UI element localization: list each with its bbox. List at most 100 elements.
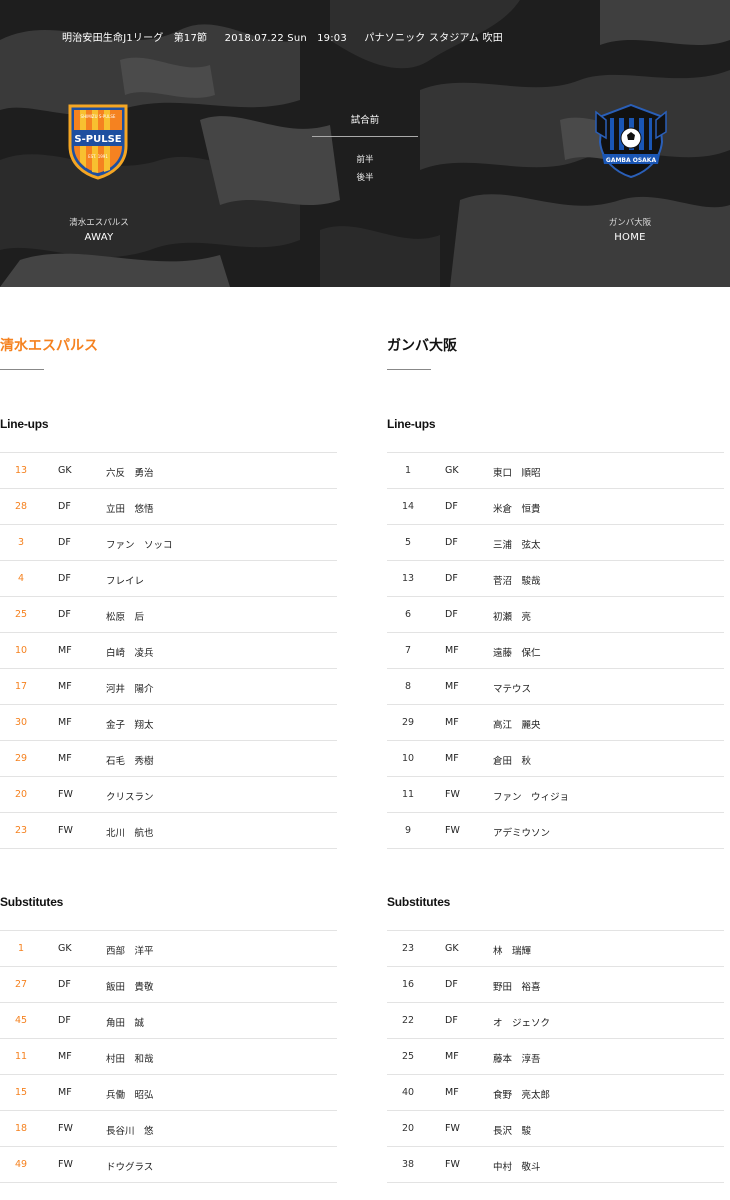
player-name[interactable]: マテウス bbox=[493, 681, 531, 695]
player-name[interactable]: 高江 麗央 bbox=[493, 717, 541, 731]
player-row[interactable]: 8 MF マテウス bbox=[387, 669, 724, 705]
player-row[interactable]: 17 MF 河井 陽介 bbox=[0, 669, 337, 705]
player-row[interactable]: 45 DF 角田 誠 bbox=[0, 1003, 337, 1039]
player-name[interactable]: 藤本 淳吾 bbox=[493, 1051, 541, 1065]
player-name[interactable]: 六反 勇治 bbox=[106, 465, 154, 479]
player-position: MF bbox=[58, 717, 72, 728]
player-name[interactable]: 長谷川 悠 bbox=[106, 1123, 154, 1137]
player-name[interactable]: 東口 順昭 bbox=[493, 465, 541, 479]
player-row[interactable]: 38 FW 中村 敬斗 bbox=[387, 1147, 724, 1183]
player-row[interactable]: 23 FW 北川 航也 bbox=[0, 813, 337, 849]
player-name[interactable]: 金子 翔太 bbox=[106, 717, 154, 731]
player-name[interactable]: 北川 航也 bbox=[106, 825, 154, 839]
player-name[interactable]: 菅沼 駿哉 bbox=[493, 573, 541, 587]
player-number: 49 bbox=[14, 1159, 28, 1170]
player-name[interactable]: 立田 悠悟 bbox=[106, 501, 154, 515]
player-row[interactable]: 13 GK 六反 勇治 bbox=[0, 453, 337, 489]
player-name[interactable]: 西部 洋平 bbox=[106, 943, 154, 957]
player-row[interactable]: 29 MF 高江 麗央 bbox=[387, 705, 724, 741]
player-name[interactable]: フレイレ bbox=[106, 573, 144, 587]
home-label: HOME bbox=[614, 232, 646, 243]
player-name[interactable]: 飯田 貴敬 bbox=[106, 979, 154, 993]
player-row[interactable]: 25 DF 松原 后 bbox=[0, 597, 337, 633]
player-name[interactable]: アデミウソン bbox=[493, 825, 550, 839]
player-row[interactable]: 15 MF 兵働 昭弘 bbox=[0, 1075, 337, 1111]
player-row[interactable]: 14 DF 米倉 恒貴 bbox=[387, 489, 724, 525]
player-row[interactable]: 16 DF 野田 裕喜 bbox=[387, 967, 724, 1003]
away-team-name: 清水エスパルス bbox=[69, 218, 129, 228]
match-datetime: 2018.07.22 Sun 19:03 bbox=[224, 33, 347, 44]
player-row[interactable]: 7 MF 遠藤 保仁 bbox=[387, 633, 724, 669]
away-team-logo[interactable]: S-PULSE SHIMIZU S-PULSE EST. 1991 bbox=[66, 102, 130, 180]
player-row[interactable]: 11 FW ファン ウィジョ bbox=[387, 777, 724, 813]
player-row[interactable]: 25 MF 藤本 淳吾 bbox=[387, 1039, 724, 1075]
player-name[interactable]: 河井 陽介 bbox=[106, 681, 154, 695]
player-row[interactable]: 40 MF 食野 亮太郎 bbox=[387, 1075, 724, 1111]
player-name[interactable]: 野田 裕喜 bbox=[493, 979, 541, 993]
player-position: MF bbox=[58, 681, 72, 692]
player-row[interactable]: 30 MF 金子 翔太 bbox=[0, 705, 337, 741]
player-position: MF bbox=[445, 645, 459, 656]
player-number: 27 bbox=[14, 979, 28, 990]
player-row[interactable]: 29 MF 石毛 秀樹 bbox=[0, 741, 337, 777]
player-row[interactable]: 49 FW ドウグラス bbox=[0, 1147, 337, 1183]
away-logo-est: EST. 1991 bbox=[88, 154, 108, 159]
player-position: MF bbox=[445, 1087, 459, 1098]
player-name[interactable]: ファン ソッコ bbox=[106, 537, 173, 551]
player-name[interactable]: 角田 誠 bbox=[106, 1015, 144, 1029]
player-name[interactable]: 村田 和哉 bbox=[106, 1051, 154, 1065]
player-row[interactable]: 10 MF 倉田 秋 bbox=[387, 741, 724, 777]
player-row[interactable]: 4 DF フレイレ bbox=[0, 561, 337, 597]
player-position: DF bbox=[445, 979, 458, 990]
player-row[interactable]: 1 GK 東口 順昭 bbox=[387, 453, 724, 489]
player-name[interactable]: 遠藤 保仁 bbox=[493, 645, 541, 659]
player-position: MF bbox=[445, 717, 459, 728]
player-name[interactable]: 三浦 弦太 bbox=[493, 537, 541, 551]
player-name[interactable]: 兵働 昭弘 bbox=[106, 1087, 154, 1101]
player-name[interactable]: ファン ウィジョ bbox=[493, 789, 569, 803]
player-row[interactable]: 10 MF 白崎 凌兵 bbox=[0, 633, 337, 669]
player-row[interactable]: 28 DF 立田 悠悟 bbox=[0, 489, 337, 525]
player-name[interactable]: 初瀬 亮 bbox=[493, 609, 531, 623]
player-position: DF bbox=[445, 609, 458, 620]
player-number: 9 bbox=[404, 825, 412, 836]
player-name[interactable]: 倉田 秋 bbox=[493, 753, 531, 767]
player-row[interactable]: 20 FW クリスラン bbox=[0, 777, 337, 813]
home-team-logo[interactable]: GAMBA OSAKA bbox=[592, 102, 670, 180]
player-row[interactable]: 6 DF 初瀬 亮 bbox=[387, 597, 724, 633]
player-row[interactable]: 27 DF 飯田 貴敬 bbox=[0, 967, 337, 1003]
player-row[interactable]: 23 GK 林 瑞輝 bbox=[387, 931, 724, 967]
player-number: 7 bbox=[404, 645, 412, 656]
player-row[interactable]: 9 FW アデミウソン bbox=[387, 813, 724, 849]
player-name[interactable]: 長沢 駿 bbox=[493, 1123, 531, 1137]
player-position: FW bbox=[445, 1123, 460, 1134]
away-logo-club: SHIMIZU S-PULSE bbox=[81, 114, 116, 119]
player-row[interactable]: 5 DF 三浦 弦太 bbox=[387, 525, 724, 561]
player-row[interactable]: 13 DF 菅沼 駿哉 bbox=[387, 561, 724, 597]
player-row[interactable]: 3 DF ファン ソッコ bbox=[0, 525, 337, 561]
player-name[interactable]: 石毛 秀樹 bbox=[106, 753, 154, 767]
player-name[interactable]: クリスラン bbox=[106, 789, 154, 803]
player-position: MF bbox=[58, 645, 72, 656]
player-name[interactable]: オ ジェソク bbox=[493, 1015, 550, 1029]
player-position: MF bbox=[58, 1087, 72, 1098]
player-row[interactable]: 1 GK 西部 洋平 bbox=[0, 931, 337, 967]
player-row[interactable]: 20 FW 長沢 駿 bbox=[387, 1111, 724, 1147]
match-header: 明治安田生命J1リーグ 第17節 2018.07.22 Sun 19:03 パナ… bbox=[0, 0, 730, 287]
player-name[interactable]: 白崎 凌兵 bbox=[106, 645, 154, 659]
player-number: 29 bbox=[401, 717, 415, 728]
player-row[interactable]: 18 FW 長谷川 悠 bbox=[0, 1111, 337, 1147]
player-name[interactable]: ドウグラス bbox=[106, 1159, 153, 1173]
home-lineups-heading: Line-ups bbox=[387, 417, 436, 431]
pre-match-label: 試合前 bbox=[312, 112, 418, 137]
away-club-title: 清水エスパルス bbox=[0, 338, 98, 354]
player-number: 11 bbox=[14, 1051, 28, 1062]
player-name[interactable]: 林 瑞輝 bbox=[493, 943, 531, 957]
player-position: FW bbox=[58, 1159, 73, 1170]
player-name[interactable]: 米倉 恒貴 bbox=[493, 501, 541, 515]
player-row[interactable]: 11 MF 村田 和哉 bbox=[0, 1039, 337, 1075]
player-name[interactable]: 松原 后 bbox=[106, 609, 144, 623]
player-name[interactable]: 中村 敬斗 bbox=[493, 1159, 541, 1173]
player-name[interactable]: 食野 亮太郎 bbox=[493, 1087, 550, 1101]
player-row[interactable]: 22 DF オ ジェソク bbox=[387, 1003, 724, 1039]
